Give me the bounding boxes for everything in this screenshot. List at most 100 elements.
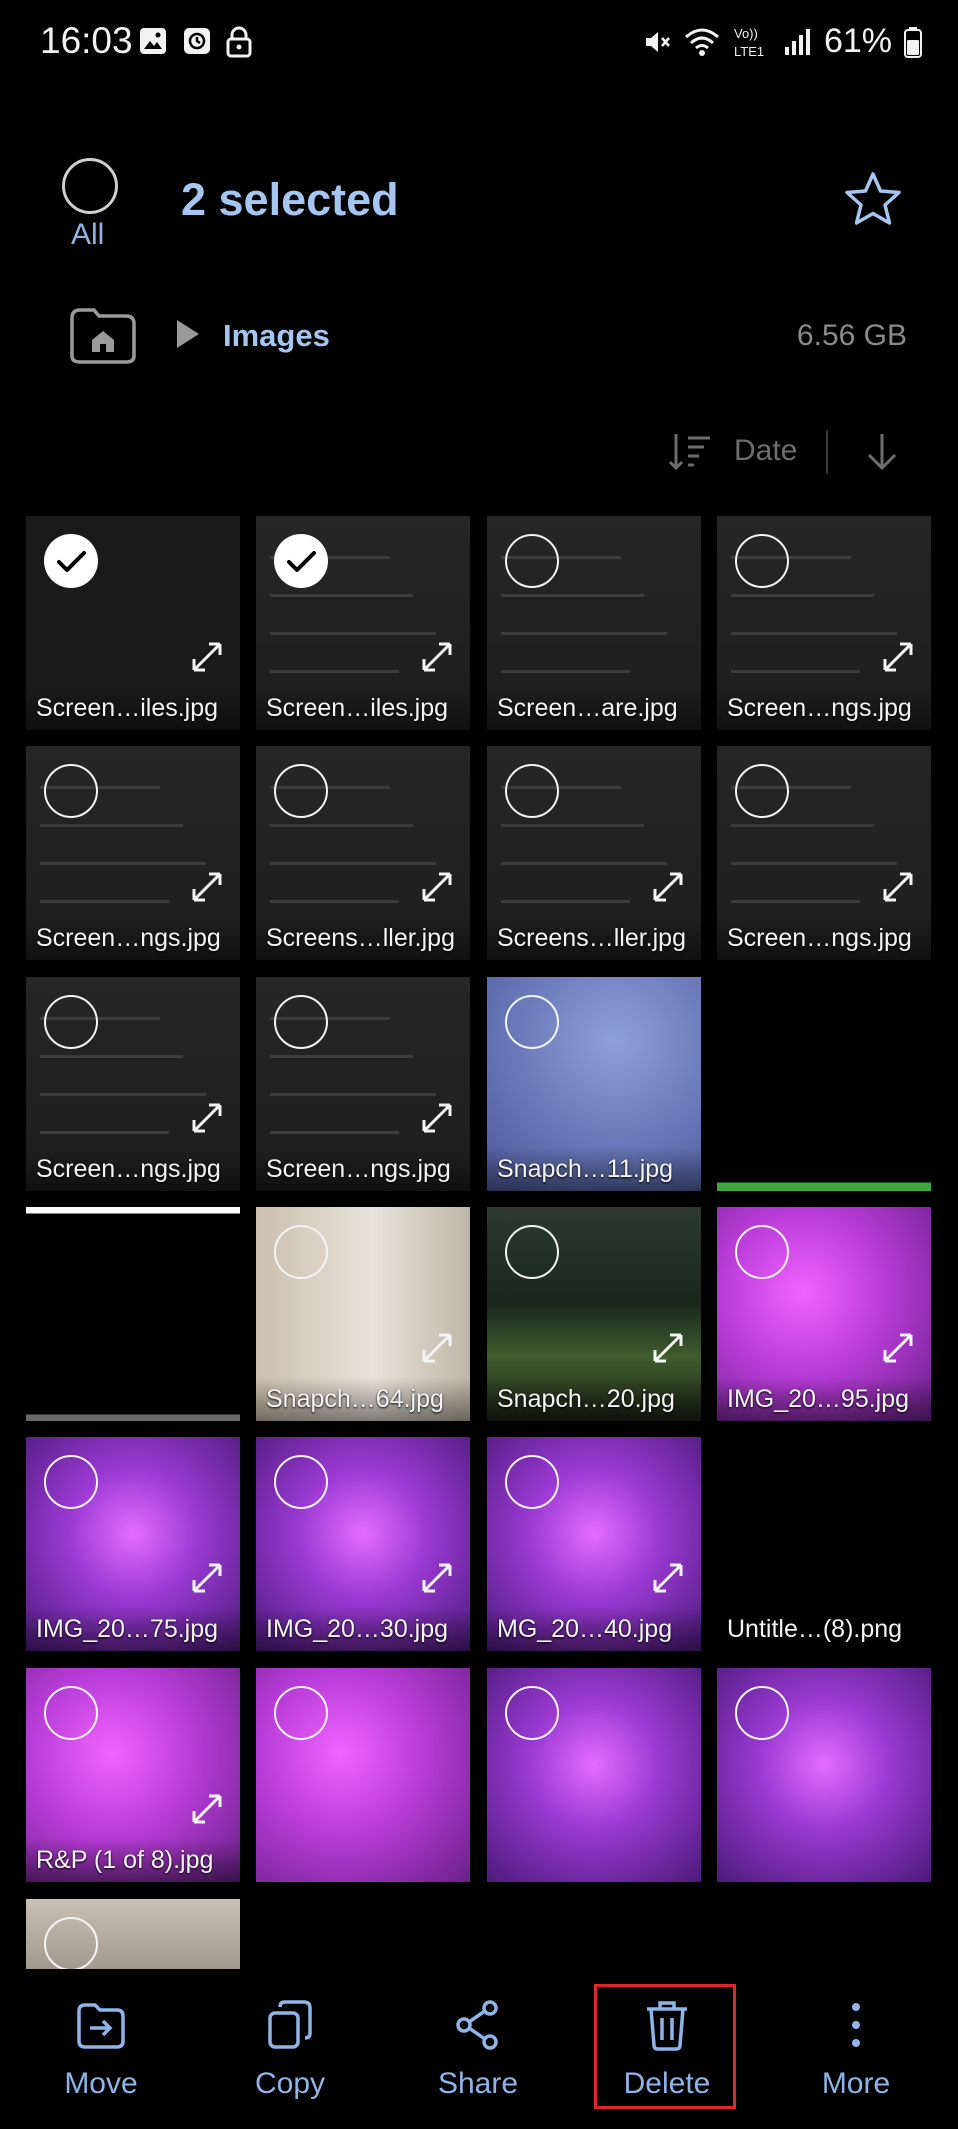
image-filename: Screen…ngs.jpg (26, 1147, 240, 1191)
expand-preview-icon[interactable] (420, 1331, 454, 1365)
breadcrumb-folder[interactable]: Images (223, 318, 330, 354)
selection-checkbox[interactable] (505, 1455, 559, 1509)
selection-checkbox[interactable] (274, 1225, 328, 1279)
image-tile[interactable]: Screens…ller.jpg (256, 746, 470, 960)
select-all-checkbox[interactable] (62, 158, 118, 214)
clock: 16:03 (40, 20, 133, 61)
more-button[interactable]: More (791, 1997, 921, 2101)
selection-checkbox[interactable] (274, 995, 328, 1049)
selection-checkbox[interactable] (274, 1686, 328, 1740)
image-filename: Snapch…11.jpg (487, 1147, 701, 1191)
more-label: More (821, 2067, 891, 2100)
bottom-action-bar: Move Copy Share Delete More (0, 1969, 958, 2129)
expand-preview-icon[interactable] (881, 870, 915, 904)
expand-preview-icon[interactable] (190, 1792, 224, 1826)
home-icon[interactable] (68, 306, 138, 366)
status-bar: 16:03 Vo)) LTE1 61% (0, 0, 958, 88)
image-tile[interactable]: Snapch…11.jpg (487, 977, 701, 1191)
selected-count-title: 2 selected (181, 174, 399, 225)
expand-preview-icon[interactable] (420, 1101, 454, 1135)
sort-direction-arrow-icon[interactable] (862, 430, 902, 474)
wifi-icon (684, 28, 719, 56)
selection-checkbox[interactable] (735, 764, 789, 818)
more-vertical-icon (852, 2003, 860, 2047)
expand-preview-icon[interactable] (651, 1331, 685, 1365)
selection-checkbox[interactable] (44, 1455, 98, 1509)
image-tile[interactable]: IMG_20…30.jpg (256, 1437, 470, 1651)
breadcrumb-arrow-icon (177, 320, 199, 348)
selection-checkbox[interactable] (505, 534, 559, 588)
selected-checkbox[interactable] (44, 534, 98, 588)
copy-icon (268, 2000, 312, 2049)
expand-preview-icon[interactable] (651, 1561, 685, 1595)
image-tile[interactable]: Screen…ngs.jpg (717, 746, 931, 960)
selection-checkbox[interactable] (735, 1225, 789, 1279)
image-tile[interactable]: R&P (1 of 8).jpg (26, 1668, 240, 1882)
image-tile[interactable] (717, 1668, 931, 1882)
selection-checkbox[interactable] (505, 1686, 559, 1740)
expand-preview-icon[interactable] (190, 870, 224, 904)
expand-preview-icon[interactable] (420, 1561, 454, 1595)
select-all-label[interactable]: All (71, 218, 104, 252)
expand-preview-icon[interactable] (420, 640, 454, 674)
selection-checkbox[interactable] (505, 995, 559, 1049)
selection-checkbox[interactable] (44, 1917, 98, 1969)
image-tile[interactable]: IMG_20…95.jpg (717, 1207, 931, 1421)
image-tile[interactable] (717, 977, 931, 1191)
image-tile[interactable]: Screen…are.jpg (487, 516, 701, 730)
sort-criteria[interactable]: Date (734, 434, 797, 468)
image-filename: Screen…iles.jpg (256, 686, 470, 730)
expand-preview-icon[interactable] (190, 1561, 224, 1595)
image-tile[interactable]: MG_20…40.jpg (487, 1437, 701, 1651)
image-filename: Screen…ngs.jpg (717, 916, 931, 960)
image-tile[interactable]: Screen…ngs.jpg (256, 977, 470, 1191)
image-tile[interactable]: Untitle…(8).png (717, 1437, 931, 1651)
expand-preview-icon[interactable] (881, 640, 915, 674)
selection-checkbox[interactable] (274, 1455, 328, 1509)
expand-preview-icon[interactable] (190, 1101, 224, 1135)
image-filename: Screen…iles.jpg (26, 686, 240, 730)
copy-button[interactable]: Copy (225, 1997, 355, 2101)
selection-checkbox[interactable] (735, 1686, 789, 1740)
image-tile[interactable]: Screen…ngs.jpg (717, 516, 931, 730)
move-button[interactable]: Move (36, 1997, 166, 2101)
image-tile[interactable] (26, 1207, 240, 1421)
image-tile[interactable] (256, 1668, 470, 1882)
signal-icon (784, 28, 810, 55)
copy-label: Copy (254, 2067, 326, 2100)
image-tile[interactable]: IMG_20…75.jpg (26, 1437, 240, 1651)
image-tile[interactable]: Screen…iles.jpg (26, 516, 240, 730)
expand-preview-icon[interactable] (420, 870, 454, 904)
image-tile[interactable] (26, 1899, 240, 1969)
image-tile[interactable] (487, 1668, 701, 1882)
expand-preview-icon[interactable] (190, 640, 224, 674)
volte-icon: Vo)) LTE1 (734, 26, 764, 59)
selection-checkbox[interactable] (735, 534, 789, 588)
selection-checkbox[interactable] (505, 764, 559, 818)
image-filename: IMG_20…30.jpg (256, 1607, 470, 1651)
selection-checkbox[interactable] (274, 764, 328, 818)
expand-preview-icon[interactable] (881, 1331, 915, 1365)
image-filename: Screen…ngs.jpg (26, 916, 240, 960)
image-tile[interactable]: Snapch…64.jpg (256, 1207, 470, 1421)
share-label: Share (437, 2067, 519, 2100)
image-filename: Snapch…20.jpg (487, 1377, 701, 1421)
selection-checkbox[interactable] (44, 995, 98, 1049)
share-button[interactable]: Share (413, 1997, 543, 2101)
selected-checkbox[interactable] (274, 534, 328, 588)
image-filename: Screens…ller.jpg (487, 916, 701, 960)
image-tile[interactable]: Screen…iles.jpg (256, 516, 470, 730)
selection-checkbox[interactable] (44, 1686, 98, 1740)
sort-row: Date (668, 430, 908, 474)
image-tile[interactable]: Screen…ngs.jpg (26, 977, 240, 1191)
image-tile[interactable]: Screen…ngs.jpg (26, 746, 240, 960)
image-tile[interactable]: Screens…ller.jpg (487, 746, 701, 960)
favorite-star-icon[interactable] (842, 170, 904, 228)
image-filename: Snapch…64.jpg (256, 1377, 470, 1421)
image-tile[interactable]: Snapch…20.jpg (487, 1207, 701, 1421)
move-label: Move (64, 2067, 138, 2100)
selection-checkbox[interactable] (505, 1225, 559, 1279)
sort-icon[interactable] (668, 430, 712, 474)
selection-checkbox[interactable] (44, 764, 98, 818)
expand-preview-icon[interactable] (651, 870, 685, 904)
